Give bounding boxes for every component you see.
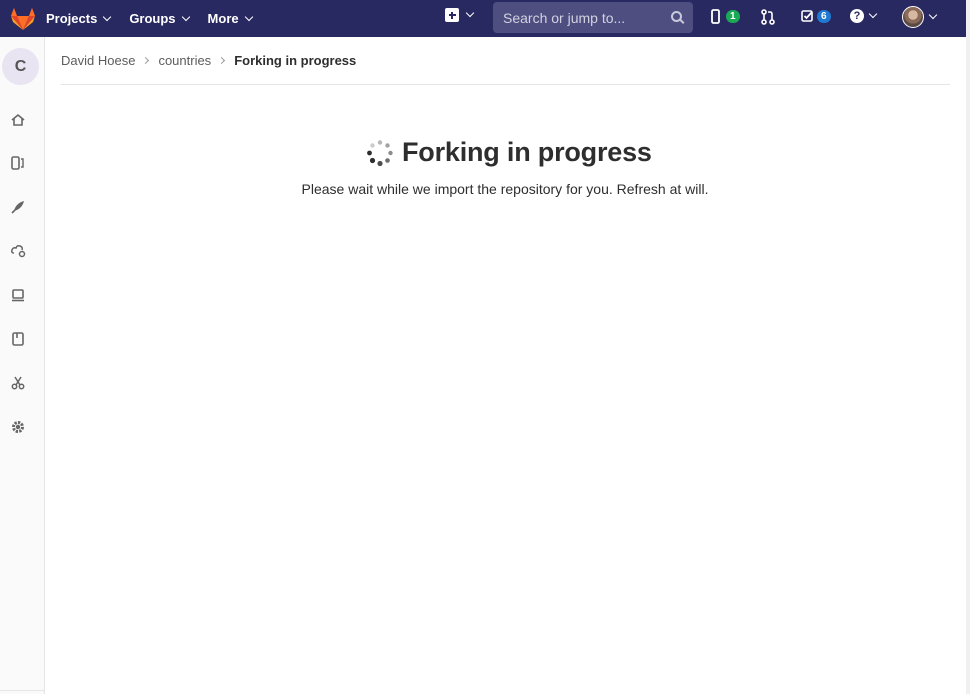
settings-gear-icon[interactable] [10, 419, 26, 435]
todo-check-icon [801, 10, 813, 22]
help-icon: ? [850, 9, 864, 23]
breadcrumb-current[interactable]: Forking in progress [234, 53, 356, 68]
search-box[interactable] [493, 2, 693, 33]
chevron-right-icon [142, 56, 150, 65]
spinner-icon [367, 139, 393, 166]
forking-message: Please wait while we import the reposito… [301, 181, 709, 197]
issues-icon [711, 9, 720, 24]
scissors-icon[interactable] [10, 375, 26, 391]
user-menu[interactable] [902, 6, 938, 28]
monitor-icon[interactable] [10, 287, 26, 303]
forking-heading: Forking in progress [366, 137, 652, 168]
chevron-down-icon [103, 12, 112, 21]
rocket-icon[interactable] [10, 199, 26, 215]
issues-icon[interactable] [10, 155, 26, 171]
new-dropdown-button[interactable] [445, 8, 475, 22]
home-icon[interactable] [10, 111, 26, 127]
cloud-gear-icon[interactable] [10, 243, 26, 259]
issues-count-badge: 1 [726, 10, 740, 23]
todos-count-badge: 6 [817, 9, 831, 23]
gitlab-logo-icon[interactable] [0, 0, 46, 37]
chevron-down-icon [465, 8, 475, 18]
merge-request-icon [761, 9, 775, 25]
merge-requests-button[interactable] [761, 9, 775, 25]
breadcrumb-user-link[interactable]: David Hoese [61, 53, 135, 68]
search-icon [671, 11, 682, 22]
page-title: Forking in progress [402, 137, 652, 167]
groups-menu-label: Groups [129, 11, 176, 26]
top-navbar: Projects Groups More 1 [0, 0, 966, 37]
wiki-book-icon[interactable] [10, 331, 26, 347]
projects-menu-label: Projects [46, 11, 98, 26]
projects-menu[interactable]: Projects [46, 11, 112, 26]
chevron-down-icon [181, 12, 190, 21]
scrollbar[interactable] [966, 0, 970, 694]
breadcrumb-project-link[interactable]: countries [158, 53, 211, 68]
search-input[interactable] [503, 9, 663, 26]
more-menu-label: More [207, 11, 239, 26]
more-menu[interactable]: More [207, 11, 253, 26]
groups-menu[interactable]: Groups [129, 11, 190, 26]
sidebar-collapse-bar[interactable] [0, 690, 45, 694]
breadcrumb-divider [61, 84, 950, 85]
project-sidebar: C [0, 37, 45, 694]
chevron-down-icon [244, 12, 253, 21]
chevron-right-icon [218, 56, 226, 65]
plus-square-icon [445, 8, 459, 22]
breadcrumb: David Hoese countries Forking in progres… [61, 53, 356, 68]
project-avatar[interactable]: C [2, 48, 39, 85]
chevron-down-icon [868, 9, 878, 19]
help-menu[interactable]: ? [850, 9, 878, 23]
user-avatar [902, 6, 924, 28]
issues-button[interactable]: 1 [711, 9, 740, 24]
chevron-down-icon [928, 10, 938, 20]
todos-button[interactable]: 6 [801, 9, 831, 23]
